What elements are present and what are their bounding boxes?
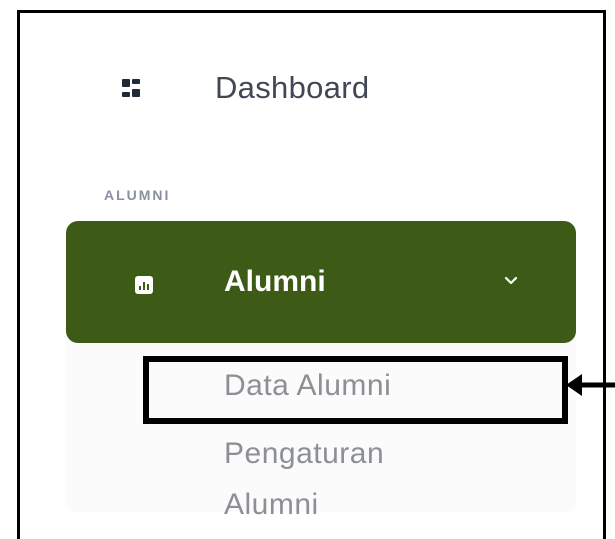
chevron-down-icon[interactable] — [504, 274, 518, 288]
submenu-item-label-line1: Pengaturan — [224, 437, 385, 470]
dashboard-grid-icon — [122, 79, 140, 97]
sidebar-item-alumni[interactable]: Alumni — [66, 221, 576, 343]
highlight-annotation-box — [143, 356, 568, 424]
chart-icon — [135, 276, 153, 294]
section-title-alumni: ALUMNI — [104, 187, 171, 203]
submenu-item-label-line2: Alumni — [224, 488, 319, 521]
sidebar-item-dashboard[interactable]: Dashboard — [122, 60, 369, 116]
annotation-arrow-icon — [566, 374, 615, 396]
submenu-item-pengaturan-alumni[interactable]: Pengaturan Alumni — [224, 428, 384, 530]
sidebar-item-label: Alumni — [224, 265, 326, 298]
sidebar-item-label: Dashboard — [215, 70, 370, 105]
